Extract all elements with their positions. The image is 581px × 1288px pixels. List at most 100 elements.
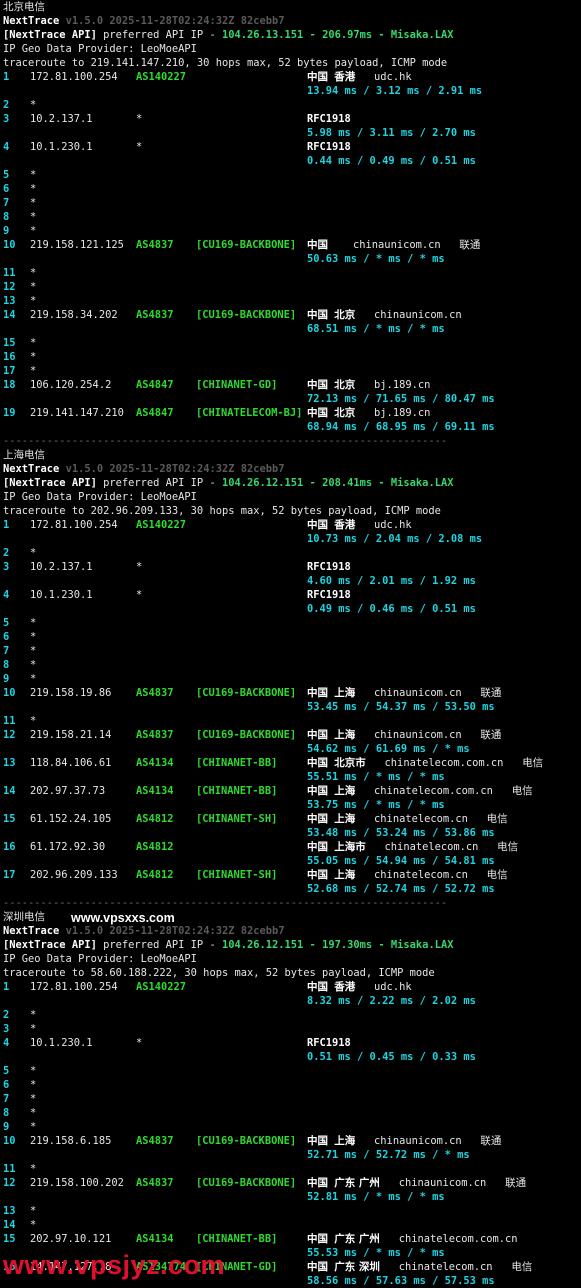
hop-times: 13.94 ms / 3.12 ms / 2.91 ms [307, 85, 483, 97]
tool-name: NextTrace [3, 15, 60, 27]
hop-times: 50.63 ms / * ms / * ms [307, 253, 445, 265]
hop-ip: 219.158.34.202 [30, 309, 118, 321]
watermark: www.vpsjyz.com [3, 1250, 226, 1280]
hop-number: 10 [3, 239, 16, 251]
hop-isp: 电信 [511, 1261, 533, 1273]
hop-domain: chinaunicom.cn [374, 729, 462, 741]
hop-country: 中国 [307, 71, 328, 83]
hop-region: 上海 [334, 785, 356, 797]
hop-geo: 中国 上海 chinaunicom.cn 联通 [307, 1134, 501, 1148]
hop-times: 10.73 ms / 2.04 ms / 2.08 ms [307, 533, 483, 545]
hop-tag: [CU169-BACKBONE] [196, 729, 297, 741]
hop-ip: * [30, 645, 37, 657]
hop-ip: 118.84.106.61 [30, 757, 112, 769]
hop-country: RFC1918 [307, 589, 351, 601]
hop-times: 5.98 ms / 3.11 ms / 2.70 ms [307, 127, 476, 139]
api-line: [NextTrace API] preferred API IP - 104.2… [3, 938, 453, 952]
hop-country: 中国 [307, 1177, 328, 1189]
api-dash: - [372, 29, 391, 41]
hop-ip: 219.158.19.86 [30, 687, 112, 699]
hop-country: RFC1918 [307, 141, 351, 153]
hop-ip: 10.1.230.1 [30, 589, 93, 601]
hop-asn: * [136, 1037, 143, 1049]
hop-ip: * [30, 365, 37, 377]
hop-ip: 219.158.100.202 [30, 1177, 124, 1189]
hop-number: 2 [3, 547, 10, 559]
hop-domain: chinaunicom.cn [374, 1135, 462, 1147]
hop-ip: * [30, 337, 37, 349]
hop-tag: [CU169-BACKBONE] [196, 239, 297, 251]
hop-number: 8 [3, 1107, 10, 1119]
hop-country: 中国 [307, 813, 328, 825]
hop-number: 15 [3, 813, 16, 825]
hop-geo: 中国 北京 chinaunicom.cn [307, 308, 462, 322]
hop-asn: AS4837 [136, 1177, 174, 1189]
hop-ip: * [30, 659, 37, 671]
hop-number: 11 [3, 267, 16, 279]
hop-ip: 61.172.92.30 [30, 841, 106, 853]
hop-country: 中国 [307, 687, 328, 699]
hop-ip: 202.97.10.121 [30, 1233, 112, 1245]
hop-country: 中国 [307, 1233, 328, 1245]
hop-ip: 172.81.100.254 [30, 71, 118, 83]
hop-domain: chinaunicom.cn [398, 1177, 487, 1189]
api-latency: 206.97ms [322, 29, 373, 41]
hop-number: 4 [3, 141, 10, 153]
geo-provider-line: IP Geo Data Provider: LeoMoeAPI [3, 43, 197, 55]
hop-geo: 中国 广东 广州 chinaunicom.cn 联通 [307, 1176, 526, 1190]
hop-domain: chinaunicom.cn [374, 687, 462, 699]
hop-tag: [CHINANET-BB] [196, 1233, 278, 1245]
hop-ip: 219.158.6.185 [30, 1135, 112, 1147]
hop-domain: chinatelecom.com.cn [398, 1233, 518, 1245]
hop-number: 7 [3, 1093, 10, 1105]
api-ip: 104.26.13.151 [221, 29, 304, 41]
hop-region: 上海市 [334, 841, 366, 853]
hop-tag: [CHINANET-SH] [196, 813, 278, 825]
hop-country: 中国 [307, 869, 328, 881]
hop-tag: [CHINATELECOM-BJ] [196, 407, 303, 419]
hop-number: 17 [3, 869, 16, 881]
hop-ip: * [30, 673, 37, 685]
hop-number: 11 [3, 715, 16, 727]
hop-times: 55.05 ms / 54.94 ms / 54.81 ms [307, 855, 495, 867]
hop-domain: chinaunicom.cn [374, 309, 462, 321]
hop-number: 5 [3, 617, 10, 629]
hop-domain: chinatelecom.cn [384, 841, 479, 853]
hop-tag: [CHINANET-BB] [196, 785, 278, 797]
hop-region: 上海 [334, 729, 356, 741]
version-line: NextTrace v1.5.0 2025-11-28T02:24:32Z 82… [3, 462, 285, 476]
api-prefix: [NextTrace API] [3, 939, 97, 951]
hop-times: 53.48 ms / 53.24 ms / 53.86 ms [307, 827, 495, 839]
api-text: preferred API IP - [96, 477, 222, 489]
hop-ip: * [30, 169, 37, 181]
hop-domain: udc.hk [374, 71, 412, 83]
hop-ip: 219.141.147.210 [30, 407, 124, 419]
hop-geo: RFC1918 [307, 560, 351, 574]
hop-times: 52.81 ms / * ms / * ms [307, 1191, 445, 1203]
hop-geo: 中国 上海 chinaunicom.cn 联通 [307, 686, 501, 700]
hop-region: 广东 广州 [334, 1177, 380, 1189]
hop-geo: 中国 上海 chinatelecom.cn 电信 [307, 868, 508, 882]
hop-isp: 电信 [497, 841, 519, 853]
hop-ip: 219.158.21.14 [30, 729, 112, 741]
hop-region: 上海 [334, 1135, 356, 1147]
api-ip: 104.26.12.151 [221, 477, 304, 489]
api-text: preferred API IP - [96, 939, 222, 951]
hop-ip: 202.97.37.73 [30, 785, 106, 797]
api-node: Misaka.LAX [390, 939, 454, 951]
traceroute-line: traceroute to 219.141.147.210, 30 hops m… [3, 57, 448, 69]
hop-geo: 中国 广东 广州 chinatelecom.com.cn [307, 1232, 518, 1246]
hop-geo: RFC1918 [307, 588, 351, 602]
hop-number: 12 [3, 1177, 16, 1189]
